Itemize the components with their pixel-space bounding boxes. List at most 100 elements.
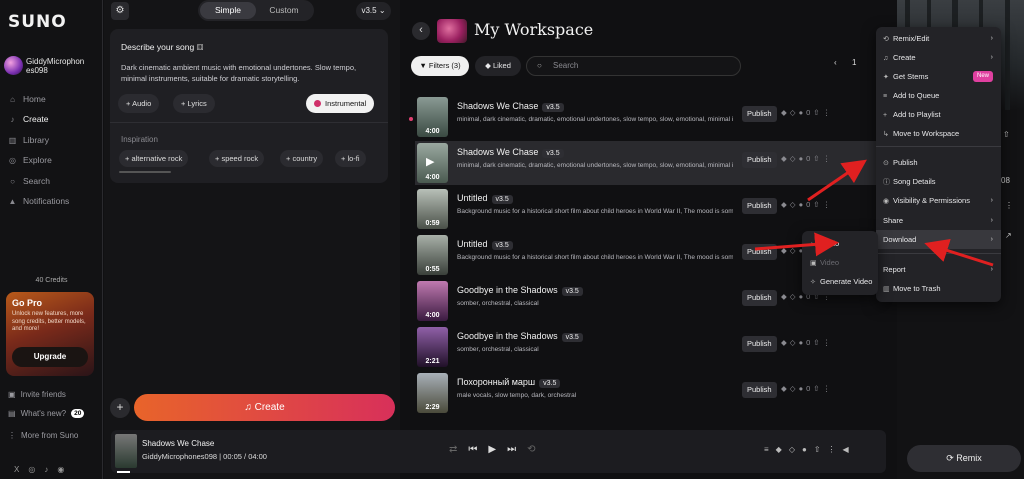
publish-button[interactable]: Publish (742, 244, 777, 260)
inspiration-chip[interactable]: + alternative rock (119, 150, 189, 167)
nav-library[interactable]: ▥ Library (8, 135, 49, 145)
repeat-icon[interactable]: ⟲ (527, 444, 546, 455)
song-title-text[interactable]: Похоронный марш (457, 377, 535, 387)
share-icon[interactable]: ⇧ (813, 154, 822, 163)
x-icon[interactable]: X (14, 465, 28, 474)
share-icon[interactable]: ⇧ (813, 108, 822, 117)
song-title-text[interactable]: Untitled (457, 193, 488, 203)
username[interactable]: GiddyMicrophon es098 (26, 57, 98, 75)
invite-friends-link[interactable]: ▣ Invite friends (8, 390, 66, 399)
comment-icon[interactable]: ● (802, 445, 814, 454)
play-icon[interactable]: ▶ (488, 444, 507, 455)
share-icon[interactable]: ⇧ (813, 200, 822, 209)
thumbs-up-icon[interactable]: ◆ (781, 292, 790, 301)
upgrade-button[interactable]: Upgrade (12, 347, 88, 367)
comment-icon[interactable]: ● (799, 200, 807, 209)
more-icon[interactable]: ⋮ (1005, 201, 1013, 210)
version-select[interactable]: v3.5 ⌄ (356, 2, 391, 20)
create-button[interactable]: ♫ Create (134, 394, 395, 421)
nav-home[interactable]: ⌂ Home (8, 94, 46, 104)
download-audio-item[interactable]: ♪ Audio (802, 234, 878, 253)
song-row[interactable]: 0:59 Untitled v3.5 Background music for a h… (415, 187, 887, 231)
thumbs-down-icon[interactable]: ◇ (790, 292, 799, 301)
inspiration-chip[interactable]: + speed rock (209, 150, 265, 167)
thumbs-down-icon[interactable]: ◇ (790, 384, 799, 393)
prev-page-button[interactable]: ‹ (834, 58, 837, 67)
share-icon[interactable]: ⇧ (814, 445, 828, 454)
publish-button[interactable]: Publish (742, 198, 777, 214)
dice-icon[interactable]: ⚅ (197, 43, 204, 52)
song-description-input[interactable]: Dark cinematic ambient music with emotio… (121, 62, 361, 84)
menu-item-move-to-workspace[interactable]: ↳ Move to Workspace (876, 124, 1001, 143)
thumbs-down-icon[interactable]: ◇ (790, 200, 799, 209)
add-audio-chip[interactable]: + Audio (118, 94, 160, 113)
publish-button[interactable]: Publish (742, 382, 777, 398)
volume-icon[interactable]: ◀ (843, 445, 856, 454)
song-title-text[interactable]: Goodbye in the Shadows (457, 331, 558, 341)
song-title-text[interactable]: Shadows We Chase (457, 101, 538, 111)
thumbs-up-icon[interactable]: ◆ (781, 154, 790, 163)
menu-item-get-stems[interactable]: ✦ Get Stems New (876, 67, 1001, 86)
back-button[interactable]: ‹ (412, 22, 430, 40)
menu-item-song-details[interactable]: ⓘ Song Details (876, 172, 1001, 191)
comment-icon[interactable]: ● (799, 108, 807, 117)
menu-item-create[interactable]: ♫ Create › (876, 48, 1001, 67)
song-row[interactable]: 2:29 Похоронный марш v3.5 male vocals, slow… (415, 371, 887, 415)
more-icon[interactable]: ⋮ (823, 338, 834, 347)
suno-logo[interactable]: SUNO (8, 12, 67, 32)
publish-button[interactable]: Publish (742, 336, 777, 352)
discord-icon[interactable]: ◉ (57, 465, 73, 474)
song-cover[interactable]: 0:59 (417, 189, 448, 229)
thumbs-down-icon[interactable]: ◇ (790, 246, 799, 255)
comment-icon[interactable]: ● (799, 338, 807, 347)
tab-custom[interactable]: Custom (256, 2, 312, 19)
share-icon[interactable]: ⇧ (813, 338, 822, 347)
shuffle-icon[interactable]: ⇄ (449, 444, 468, 455)
menu-item-add-to-playlist[interactable]: + Add to Playlist (876, 105, 1001, 124)
avatar[interactable] (4, 56, 23, 75)
instagram-icon[interactable]: ◎ (28, 465, 44, 474)
remix-button[interactable]: ⟳ Remix (907, 445, 1021, 472)
player-cover[interactable] (115, 434, 137, 468)
liked-button[interactable]: ◆ Liked (475, 56, 521, 76)
publish-button[interactable]: Publish (742, 106, 777, 122)
publish-button[interactable]: Publish (742, 152, 777, 168)
nav-create[interactable]: ♪ Create (8, 114, 49, 124)
song-title-text[interactable]: Untitled (457, 239, 488, 249)
nav-search[interactable]: ○ Search (8, 176, 50, 186)
menu-item-download[interactable]: Download › (876, 230, 1001, 249)
song-title-text[interactable]: Goodbye in the Shadows (457, 285, 558, 295)
inspiration-chip[interactable]: + country (280, 150, 324, 167)
song-cover[interactable]: 2:29 (417, 373, 448, 413)
song-cover[interactable]: 0:55 (417, 235, 448, 275)
song-row[interactable]: ▶ 4:00 Shadows We Chase v3.5 minimal, dark c… (415, 141, 887, 185)
more-icon[interactable]: ⋮ (823, 200, 834, 209)
more-from-suno-link[interactable]: ⋮ More from Suno (8, 431, 78, 440)
thumbs-up-icon[interactable]: ◆ (781, 338, 790, 347)
generate-video-item[interactable]: ✧ Generate Video (802, 272, 878, 291)
song-title-text[interactable]: Shadows We Chase (457, 147, 538, 157)
menu-item-move-to-trash[interactable]: ▥ Move to Trash (876, 279, 1001, 298)
previous-icon[interactable]: ⏮ (468, 444, 488, 455)
thumbs-down-icon[interactable]: ◇ (790, 108, 799, 117)
expand-icon[interactable]: ↗ (1005, 231, 1012, 240)
tiktok-icon[interactable]: ♪ (44, 465, 57, 474)
thumbs-up-icon[interactable]: ◆ (776, 445, 789, 454)
nav-notifications[interactable]: ▲ Notifications (8, 196, 70, 206)
more-icon[interactable]: ⋮ (823, 384, 834, 393)
thumbs-up-icon[interactable]: ◆ (781, 384, 790, 393)
nav-explore[interactable]: ◎ Explore (8, 155, 52, 165)
search-input[interactable]: ○ Search (526, 56, 741, 76)
queue-icon[interactable]: ≡ (764, 445, 776, 454)
thumbs-up-icon[interactable]: ◆ (781, 108, 790, 117)
whats-new-link[interactable]: ▤ What's new? 20 (8, 409, 85, 418)
song-cover[interactable]: ▶ 4:00 (417, 143, 448, 183)
comment-icon[interactable]: ● (799, 154, 807, 163)
song-row[interactable]: 2:21 Goodbye in the Shadows v3.5 somber, or… (415, 325, 887, 369)
play-icon[interactable]: ▶ (426, 155, 434, 168)
song-cover[interactable]: 2:21 (417, 327, 448, 367)
scrollbar[interactable] (119, 171, 171, 173)
thumbs-down-icon[interactable]: ◇ (790, 338, 799, 347)
thumbs-up-icon[interactable]: ◆ (781, 246, 790, 255)
menu-item-add-to-queue[interactable]: ≡ Add to Queue (876, 86, 1001, 105)
